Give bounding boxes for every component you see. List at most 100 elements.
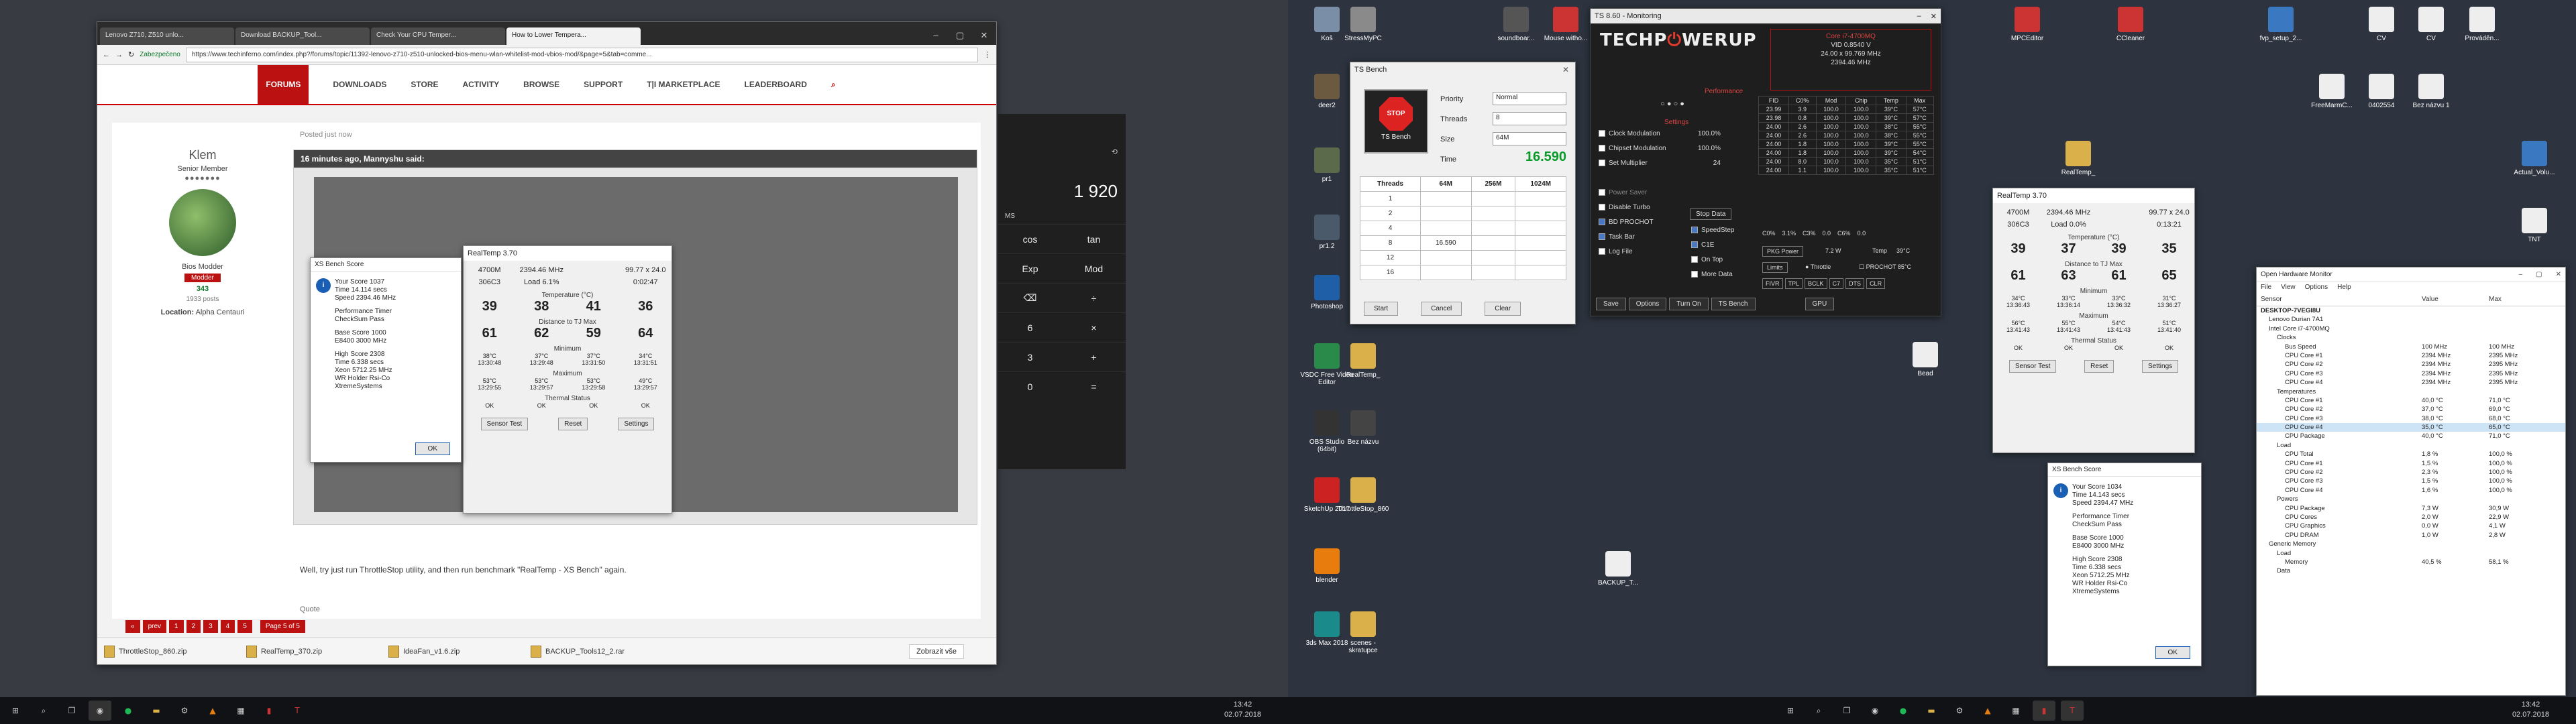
maximize-icon[interactable]: ▢ xyxy=(948,30,972,41)
nav-store[interactable]: STORE xyxy=(411,80,438,89)
settings-button[interactable]: Settings xyxy=(2142,360,2179,373)
cancel-button[interactable]: Cancel xyxy=(1421,302,1462,316)
reset-button[interactable]: Reset xyxy=(2084,360,2114,373)
close-icon[interactable]: ✕ xyxy=(1931,12,1937,21)
tab-lenovo[interactable]: Lenovo Z710, Z510 unlo... xyxy=(100,27,234,45)
search-icon[interactable]: ⌕ xyxy=(831,80,836,90)
history-icon[interactable]: ⟲ xyxy=(1112,147,1118,156)
tree-row[interactable]: CPU Core #2 2394 MHz 2395 MHz xyxy=(2257,360,2565,369)
col-head[interactable]: Sensor xyxy=(2261,296,2422,304)
c7-button[interactable]: C7 xyxy=(1829,278,1844,289)
desktop-icon[interactable]: Bead xyxy=(1898,342,1952,377)
nav-activity[interactable]: ACTIVITY xyxy=(463,80,500,89)
quote-button[interactable]: Quote xyxy=(300,605,320,613)
show-all-button[interactable]: Zobrazit vše xyxy=(909,644,964,659)
tab-backup-tool[interactable]: Download BACKUP_Tool... xyxy=(235,27,370,45)
size-select[interactable]: 64M xyxy=(1493,132,1566,145)
desktop-icon[interactable]: blender xyxy=(1300,548,1354,584)
tree-row[interactable]: CPU Package 40,0 °C 71,0 °C xyxy=(2257,432,2565,440)
calc-key-backspace[interactable]: ⌫ xyxy=(998,284,1062,312)
pkg-power-button[interactable]: PKG Power xyxy=(1762,246,1804,257)
search-icon[interactable]: ⌕ xyxy=(32,701,55,721)
sensor-test-button[interactable]: Sensor Test xyxy=(480,418,529,430)
page-prev[interactable]: prev xyxy=(142,620,167,633)
download-throttlestop[interactable]: ThrottleStop_860.zip xyxy=(104,645,238,658)
menu-options[interactable]: Options xyxy=(2305,284,2328,293)
nav-marketplace[interactable]: T|I MARKETPLACE xyxy=(647,80,720,89)
minimize-icon[interactable]: – xyxy=(2519,271,2523,278)
search-icon[interactable]: ⌕ xyxy=(1807,701,1830,721)
tree-row[interactable]: CPU Core #4 35,0 °C 65,0 °C xyxy=(2257,423,2565,432)
start-icon[interactable]: ⊞ xyxy=(4,701,27,721)
c1e-check[interactable]: C1E xyxy=(1691,238,1735,253)
download-realtemp[interactable]: RealTemp_370.zip xyxy=(246,645,380,658)
nav-forums[interactable]: FORUMS xyxy=(258,65,309,104)
power-saver-check[interactable]: Power Saver xyxy=(1599,186,1706,200)
priority-select[interactable]: Normal xyxy=(1493,92,1566,105)
close-icon[interactable]: ✕ xyxy=(972,30,996,41)
minimize-icon[interactable]: – xyxy=(1917,12,1921,20)
calculator-icon[interactable]: ▦ xyxy=(2004,701,2027,721)
throttle-radio[interactable]: ● Throttle xyxy=(1805,263,1831,270)
tree-row[interactable]: CPU Core #2 2,3 % 100,0 % xyxy=(2257,468,2565,477)
nav-support[interactable]: SUPPORT xyxy=(584,80,623,89)
calc-key-plus[interactable]: + xyxy=(1062,343,1126,371)
more-data-check[interactable]: More Data xyxy=(1691,267,1735,282)
desktop-icon[interactable]: MPCEditor xyxy=(2000,7,2054,42)
tree-row[interactable]: Load xyxy=(2257,549,2565,558)
ts-bench-button[interactable]: TS Bench xyxy=(1711,298,1756,310)
task-bar-check[interactable]: Task Bar xyxy=(1599,230,1706,245)
calc-key-cos[interactable]: cos xyxy=(998,225,1062,253)
option-value[interactable]: 24 xyxy=(1698,156,1721,171)
close-icon[interactable]: ✕ xyxy=(2556,271,2561,278)
chipset-modulation-check[interactable]: Chipset Modulation xyxy=(1599,141,1706,156)
option-value[interactable]: 100.0% xyxy=(1698,127,1721,141)
reset-button[interactable]: Reset xyxy=(558,418,588,430)
desktop-icon[interactable]: fvp_setup_2... xyxy=(2254,7,2308,42)
settings-icon[interactable]: ⚙ xyxy=(173,701,196,721)
chrome-icon[interactable]: ◉ xyxy=(1864,701,1886,721)
desktop-icon[interactable]: TNT xyxy=(2508,208,2561,243)
tree-row[interactable]: CPU Total 1,8 % 100,0 % xyxy=(2257,450,2565,459)
tree-row[interactable]: Clocks xyxy=(2257,333,2565,342)
page-1[interactable]: 1 xyxy=(169,620,184,633)
calc-key-multiply[interactable]: × xyxy=(1062,313,1126,342)
taskview-icon[interactable]: ❐ xyxy=(60,701,83,721)
start-button[interactable]: Start xyxy=(1364,302,1399,316)
dts-button[interactable]: DTS xyxy=(1845,278,1865,289)
desktop-icon[interactable]: CV xyxy=(2355,7,2408,42)
desktop-icon[interactable]: Prováděn... xyxy=(2455,7,2509,42)
desktop-icon[interactable]: pr1.2 xyxy=(1300,215,1354,250)
page-4[interactable]: 4 xyxy=(220,620,235,633)
tree-row[interactable]: CPU Cores 2,0 W 22,9 W xyxy=(2257,513,2565,522)
explorer-icon[interactable]: ▬ xyxy=(145,701,168,721)
nav-browse[interactable]: BROWSE xyxy=(523,80,559,89)
back-icon[interactable]: ← xyxy=(103,51,110,59)
calc-key-6[interactable]: 6 xyxy=(998,313,1062,342)
col-head[interactable]: Value xyxy=(2422,296,2489,304)
spotify-icon[interactable]: ● xyxy=(117,701,140,721)
desktop-icon[interactable]: scenes - skratupce xyxy=(1336,611,1390,654)
tree-row[interactable]: Intel Core i7-4700MQ xyxy=(2257,324,2565,333)
calculator-icon[interactable]: ▦ xyxy=(229,701,252,721)
threads-select[interactable]: 8 xyxy=(1493,112,1566,125)
desktop-icon[interactable]: deer2 xyxy=(1300,74,1354,109)
tree-row[interactable]: CPU Core #4 2394 MHz 2395 MHz xyxy=(2257,378,2565,387)
bclk-button[interactable]: BCLK xyxy=(1805,278,1827,289)
tpl-button[interactable]: TPL xyxy=(1784,278,1803,289)
clock-modulation-check[interactable]: Clock Modulation xyxy=(1599,127,1706,141)
tree-row[interactable]: Memory 40,5 % 58,1 % xyxy=(2257,558,2565,566)
chrome-icon[interactable]: ◉ xyxy=(89,701,111,721)
avatar[interactable] xyxy=(169,189,236,256)
tree-row[interactable]: CPU Core #2 37,0 °C 69,0 °C xyxy=(2257,405,2565,414)
tree-row[interactable]: CPU Core #4 1,6 % 100,0 % xyxy=(2257,486,2565,495)
sensor-test-button[interactable]: Sensor Test xyxy=(2008,360,2057,373)
download-backup[interactable]: BACKUP_Tools12_2.rar xyxy=(531,645,665,658)
tree-row[interactable]: CPU Graphics 0,0 W 4,1 W xyxy=(2257,522,2565,530)
tab-lower-temp[interactable]: How to Lower Tempera... xyxy=(506,27,641,45)
desktop-icon[interactable]: RealTemp_ xyxy=(2051,141,2105,176)
stop-data-button[interactable]: Stop Data xyxy=(1690,208,1732,220)
menu-view[interactable]: View xyxy=(2281,284,2296,293)
url-input[interactable]: https://www.techinferno.com/index.php?/f… xyxy=(185,47,978,62)
vlc-icon[interactable]: ▲ xyxy=(1976,701,1999,721)
